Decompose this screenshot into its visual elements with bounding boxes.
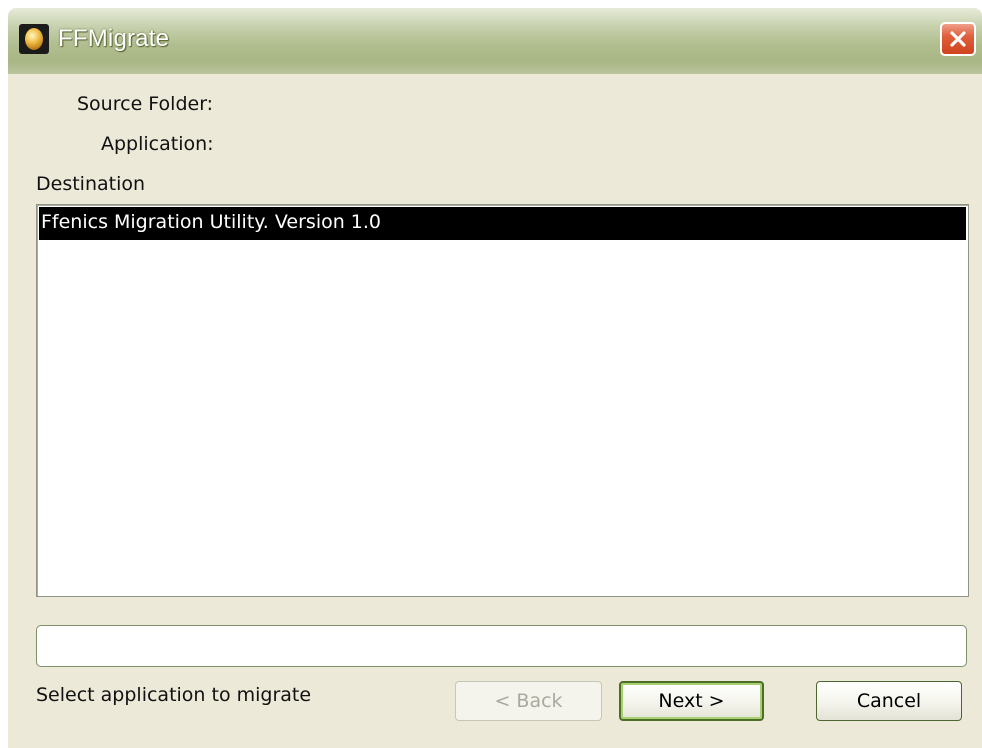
cancel-button[interactable]: Cancel: [816, 681, 962, 721]
title-bar[interactable]: FFMigrate: [8, 8, 982, 74]
destination-label: Destination: [36, 173, 146, 195]
application-label: Application:: [101, 133, 214, 155]
close-button[interactable]: [940, 22, 976, 56]
source-folder-label: Source Folder:: [77, 93, 214, 115]
application-list[interactable]: Ffenics Migration Utility. Version 1.0: [36, 204, 969, 597]
next-button[interactable]: Next >: [619, 681, 764, 721]
window-title: FFMigrate: [58, 25, 170, 52]
app-icon: [19, 24, 49, 54]
ffmigrate-window: FFMigrate Source Folder: Application: De…: [8, 8, 982, 748]
back-button[interactable]: < Back: [455, 681, 602, 721]
close-icon: [950, 31, 966, 47]
path-field[interactable]: [36, 625, 967, 667]
list-item[interactable]: Ffenics Migration Utility. Version 1.0: [39, 207, 966, 240]
status-text: Select application to migrate: [36, 684, 312, 706]
